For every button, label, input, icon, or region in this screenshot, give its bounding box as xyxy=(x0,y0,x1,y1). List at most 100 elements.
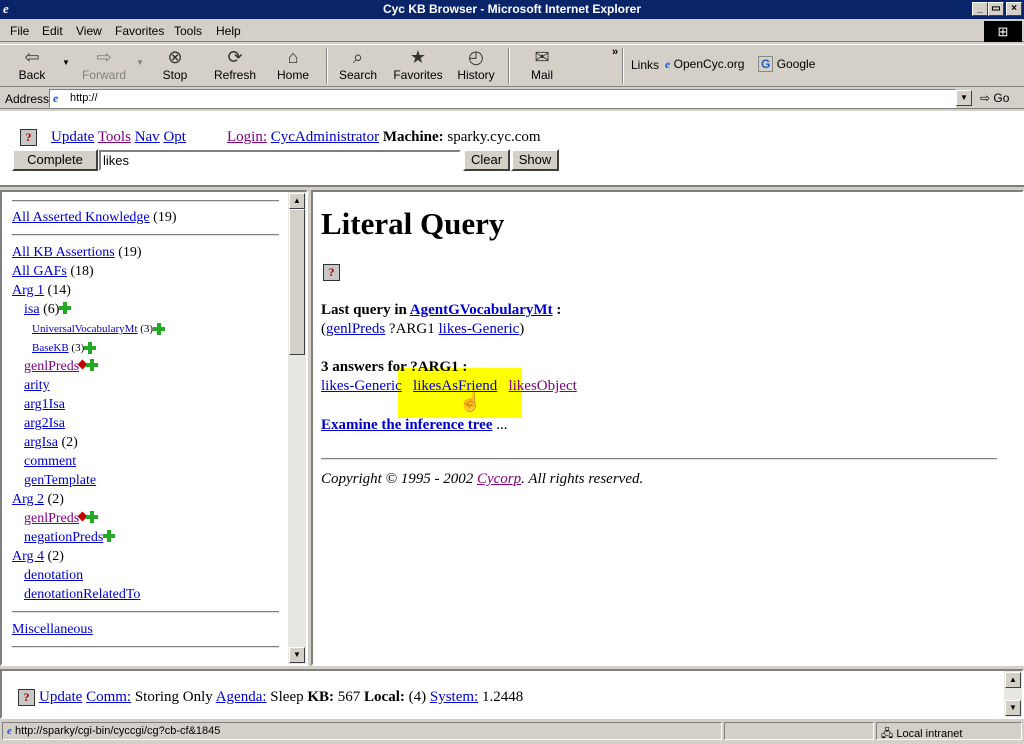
go-button[interactable]: ⇨ Go xyxy=(980,91,1009,105)
menu-edit[interactable]: Edit xyxy=(42,24,63,38)
vertical-scrollbar[interactable]: ▲ ▼ xyxy=(288,192,306,664)
gentemplate-link[interactable]: genTemplate xyxy=(24,473,96,488)
denotationrelated-link[interactable]: denotationRelatedTo xyxy=(24,587,140,602)
tree-uvmt: UniversalVocabularyMt (3) xyxy=(32,323,166,335)
tree-negationpreds: negationPreds xyxy=(24,530,116,546)
mt-link[interactable]: AgentGVocabularyMt xyxy=(410,302,553,318)
tree-arg2isa: arg2Isa xyxy=(24,416,65,432)
menu-tools[interactable]: Tools xyxy=(174,24,202,38)
update-link[interactable]: Update xyxy=(51,129,94,145)
comm-link[interactable]: Comm: xyxy=(86,689,131,705)
likes-generic-query-link[interactable]: likes-Generic xyxy=(439,321,520,337)
arg4-link[interactable]: Arg 4 xyxy=(12,549,44,564)
scroll-thumb[interactable] xyxy=(289,209,305,355)
all-gafs-link[interactable]: All GAFs xyxy=(12,264,67,279)
back-dropdown-icon[interactable]: ▼ xyxy=(62,58,70,67)
negationpreds-link[interactable]: negationPreds xyxy=(24,530,103,545)
scroll-down-icon[interactable]: ▼ xyxy=(1005,700,1021,716)
ie-page-icon: e xyxy=(7,725,12,737)
history-icon: ◴ xyxy=(468,47,484,67)
argisa-link[interactable]: argIsa xyxy=(24,435,58,450)
denotation-link[interactable]: denotation xyxy=(24,568,83,583)
menu-favorites[interactable]: Favorites xyxy=(115,24,164,38)
history-button[interactable]: ◴ History xyxy=(448,46,504,86)
all-asserted-link[interactable]: All Asserted Knowledge xyxy=(12,210,150,225)
forward-button[interactable]: ⇨ Forward xyxy=(76,46,132,86)
arity-link[interactable]: arity xyxy=(24,378,50,393)
window-title: Cyc KB Browser - Microsoft Internet Expl… xyxy=(382,2,642,16)
minimize-button[interactable]: _ xyxy=(972,2,988,16)
link-google[interactable]: G Google xyxy=(758,56,815,72)
help-icon[interactable]: ? xyxy=(20,129,37,146)
favorites-button[interactable]: ★ Favorites xyxy=(390,46,446,86)
tree-comment: comment xyxy=(24,454,76,470)
menu-view[interactable]: View xyxy=(76,24,102,38)
answer-likesasfriend[interactable]: likesAsFriend xyxy=(413,378,497,394)
mail-button[interactable]: ✉ Mail xyxy=(514,46,570,86)
arg1isa-link[interactable]: arg1Isa xyxy=(24,397,65,412)
arg1-link[interactable]: Arg 1 xyxy=(12,283,44,298)
refresh-button[interactable]: ⟳ Refresh xyxy=(207,46,263,86)
basekb-link[interactable]: BaseKB xyxy=(32,342,69,354)
tree-genlpreds-2: genlPreds xyxy=(24,511,99,527)
login-user-link[interactable]: CycAdministrator xyxy=(271,129,379,145)
arg2-link[interactable]: Arg 2 xyxy=(12,492,44,507)
ie-page-icon: e xyxy=(665,57,671,71)
opt-link[interactable]: Opt xyxy=(163,129,186,145)
examine-tree-link[interactable]: Examine the inference tree xyxy=(321,417,492,433)
complete-button[interactable]: Complete xyxy=(12,149,98,171)
agenda-link[interactable]: Agenda: xyxy=(216,689,267,705)
clear-button[interactable]: Clear xyxy=(463,149,510,171)
back-button[interactable]: ⇦ Back xyxy=(4,46,60,86)
home-button[interactable]: ⌂ Home xyxy=(265,46,321,86)
expand-plus-icon[interactable] xyxy=(86,511,99,523)
scroll-up-icon[interactable]: ▲ xyxy=(289,193,305,209)
help-icon[interactable]: ? xyxy=(18,689,35,706)
address-input[interactable]: http:// xyxy=(49,89,956,108)
tree-all-kb: All KB Assertions (19) xyxy=(12,245,142,260)
answer-likes-generic[interactable]: likes-Generic xyxy=(321,378,402,394)
arg2isa-link[interactable]: arg2Isa xyxy=(24,416,65,431)
menu-file[interactable]: File xyxy=(10,24,29,38)
isa-link[interactable]: isa xyxy=(24,302,40,317)
nav-link[interactable]: Nav xyxy=(135,129,160,145)
login-link[interactable]: Login: xyxy=(227,129,267,145)
help-icon[interactable]: ? xyxy=(323,264,340,281)
maximize-button[interactable]: ▭ xyxy=(988,2,1004,16)
scroll-up-icon[interactable]: ▲ xyxy=(1005,672,1021,688)
answers-list: likes-Generic likesAsFriend likesObject xyxy=(321,378,577,395)
search-input[interactable]: likes xyxy=(99,150,461,171)
mail-icon: ✉ xyxy=(534,47,550,67)
stop-button[interactable]: ⊗ Stop xyxy=(147,46,203,86)
comment-link[interactable]: comment xyxy=(24,454,76,469)
expand-plus-icon[interactable] xyxy=(59,302,72,314)
menu-help[interactable]: Help xyxy=(216,24,241,38)
genlpreds-query-link[interactable]: genlPreds xyxy=(326,321,385,337)
search-button[interactable]: ⌕ Search xyxy=(330,46,386,86)
cycorp-link[interactable]: Cycorp xyxy=(477,471,521,487)
expand-plus-icon[interactable] xyxy=(86,359,99,371)
show-button[interactable]: Show xyxy=(511,149,559,171)
toolbar-separator xyxy=(326,48,328,84)
forward-arrow-icon: ⇨ xyxy=(96,47,112,67)
close-button[interactable]: × xyxy=(1006,2,1022,16)
forward-dropdown-icon[interactable]: ▼ xyxy=(136,58,144,67)
tools-link[interactable]: Tools xyxy=(98,129,131,145)
uvmt-link[interactable]: UniversalVocabularyMt xyxy=(32,323,138,335)
answer-likesobject[interactable]: likesObject xyxy=(508,378,576,394)
misc-link[interactable]: Miscellaneous xyxy=(12,622,93,637)
expand-plus-icon[interactable] xyxy=(103,530,116,542)
scroll-down-icon[interactable]: ▼ xyxy=(289,647,305,663)
address-dropdown-icon[interactable]: ▼ xyxy=(956,90,972,106)
update-link[interactable]: Update xyxy=(39,689,82,705)
tree-denotationrelated: denotationRelatedTo xyxy=(24,587,140,603)
bottom-scrollbar[interactable]: ▲ ▼ xyxy=(1004,671,1022,717)
all-kb-link[interactable]: All KB Assertions xyxy=(12,245,115,260)
expand-plus-icon[interactable] xyxy=(84,342,97,354)
system-link[interactable]: System: xyxy=(430,689,478,705)
genlpreds-2-link[interactable]: genlPreds xyxy=(24,511,79,526)
genlpreds-link[interactable]: genlPreds xyxy=(24,359,79,374)
toolbar-chevron-icon[interactable]: » xyxy=(612,46,618,58)
expand-plus-icon[interactable] xyxy=(153,323,166,335)
link-opencyc[interactable]: e OpenCyc.org xyxy=(665,57,744,72)
